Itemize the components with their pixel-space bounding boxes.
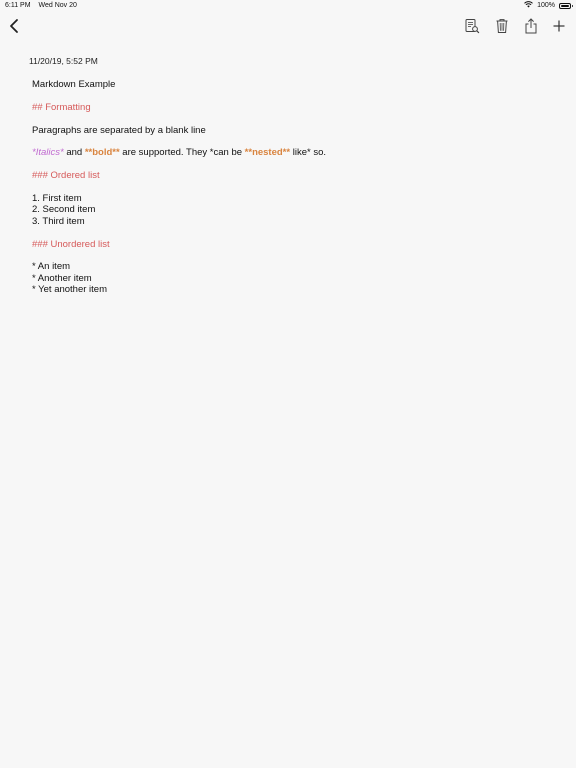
- add-note-button[interactable]: [547, 15, 571, 37]
- paragraph-line: Paragraphs are separated by a blank line: [32, 124, 206, 136]
- markdown-preview-button[interactable]: [460, 15, 484, 37]
- list-item: * Another item: [32, 272, 92, 284]
- list-item: 2. Second item: [32, 204, 96, 216]
- chevron-left-icon: [10, 19, 18, 33]
- ordered-list: 1. First item 2. Second item 3. Third item: [32, 193, 552, 227]
- plus-icon: [553, 20, 565, 32]
- heading-ordered-list: ### Ordered list: [32, 170, 100, 182]
- list-item: * Yet another item: [32, 284, 107, 296]
- inline-formatting-line: *Italics* and **bold** are supported. Th…: [32, 147, 552, 158]
- trash-icon: [496, 19, 508, 33]
- heading-formatting: ## Formatting: [32, 101, 91, 113]
- status-right: 100%: [524, 1, 573, 10]
- status-time: 6:11 PM: [5, 2, 31, 9]
- note-editor[interactable]: Markdown Example ## Formatting Paragraph…: [32, 79, 552, 307]
- note-title: Markdown Example: [32, 79, 116, 90]
- back-button[interactable]: [2, 15, 26, 37]
- battery-fill: [561, 4, 569, 7]
- share-icon: [525, 18, 537, 34]
- bold-text: **bold**: [84, 147, 120, 159]
- heading-unordered-list: ### Unordered list: [32, 238, 110, 250]
- note-timestamp: 11/20/19, 5:52 PM: [29, 56, 98, 66]
- battery-percent: 100%: [537, 2, 555, 9]
- markdown-preview-icon: [465, 19, 480, 34]
- battery-icon: [559, 2, 573, 9]
- nested-text: **nested**: [244, 147, 291, 159]
- status-left: 6:11 PM Wed Nov 20: [5, 2, 77, 9]
- toolbar: [0, 12, 576, 40]
- status-date: Wed Nov 20: [38, 2, 77, 9]
- delete-button[interactable]: [490, 15, 514, 37]
- status-bar: 6:11 PM Wed Nov 20 100%: [0, 0, 576, 12]
- unordered-list: * An item * Another item * Yet another ite…: [32, 261, 552, 295]
- list-item: 1. First item: [32, 192, 82, 204]
- supported-text: are supported. They *can be: [119, 147, 245, 159]
- tail-text: like* so.: [290, 147, 326, 159]
- italics-text: *Italics*: [32, 147, 64, 159]
- list-item: 3. Third item: [32, 215, 85, 227]
- wifi-icon: [524, 1, 533, 10]
- share-button[interactable]: [519, 15, 543, 37]
- list-item: * An item: [32, 261, 71, 273]
- and-text: and: [63, 147, 85, 159]
